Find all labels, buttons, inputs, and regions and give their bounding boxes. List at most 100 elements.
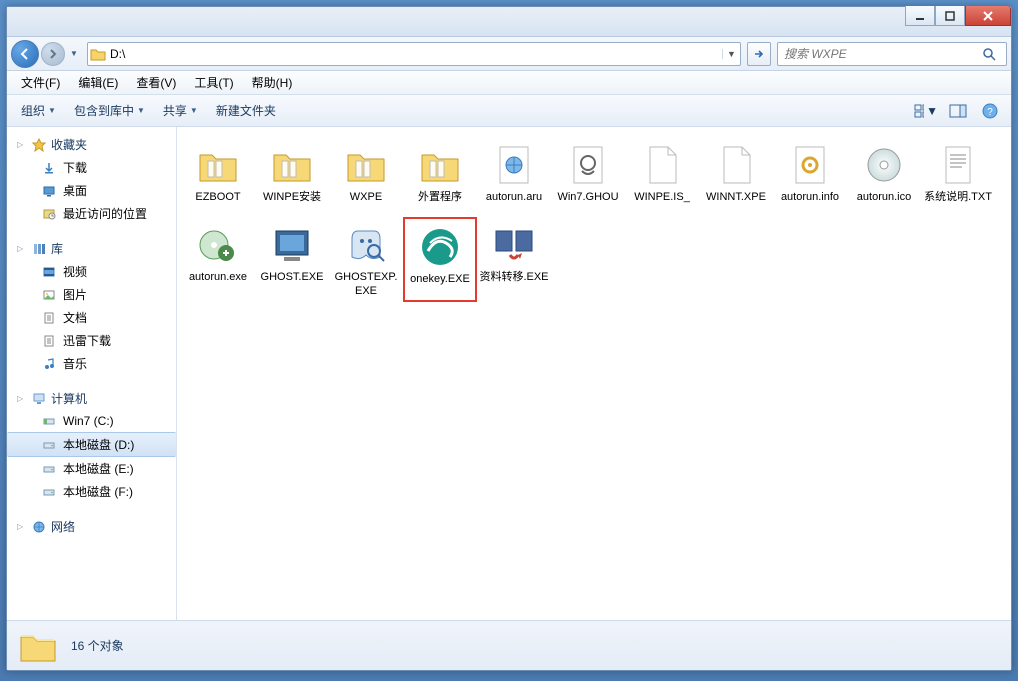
file-name: EZBOOT: [195, 191, 240, 205]
menu-edit[interactable]: 编辑(E): [70, 72, 126, 93]
search-box[interactable]: [777, 42, 1007, 66]
share-button[interactable]: 共享▼: [157, 99, 204, 122]
desktop-icon: [41, 183, 57, 199]
recent-icon: [41, 206, 57, 222]
menu-view[interactable]: 查看(V): [128, 72, 184, 93]
file-icon: [194, 221, 242, 269]
file-icon: [564, 141, 612, 189]
file-icon: [638, 141, 686, 189]
file-item[interactable]: GHOSTEXP.EXE: [329, 217, 403, 303]
sidebar-item-label: 视频: [63, 263, 87, 280]
preview-pane-button[interactable]: [945, 100, 971, 122]
search-icon[interactable]: [982, 47, 1006, 61]
network-icon: [31, 519, 47, 535]
file-name: GHOSTEXP.EXE: [331, 271, 401, 299]
toolbar: 组织▼ 包含到库中▼ 共享▼ 新建文件夹 ▼ ?: [7, 95, 1011, 127]
favorites-header[interactable]: ▷ 收藏夹: [7, 133, 176, 156]
computer-header[interactable]: ▷ 计算机: [7, 387, 176, 410]
sidebar-item[interactable]: 文档: [7, 306, 176, 329]
view-options-button[interactable]: ▼: [913, 100, 939, 122]
sidebar-item[interactable]: 本地磁盘 (D:): [7, 432, 176, 457]
nav-history-dropdown[interactable]: ▼: [67, 40, 81, 68]
go-button[interactable]: [747, 42, 771, 66]
minimize-button[interactable]: [905, 6, 935, 26]
menu-help[interactable]: 帮助(H): [244, 72, 301, 93]
organize-button[interactable]: 组织▼: [15, 99, 62, 122]
music-icon: [41, 356, 57, 372]
file-item[interactable]: autorun.exe: [181, 217, 255, 303]
back-button[interactable]: [11, 40, 39, 68]
file-item[interactable]: EZBOOT: [181, 137, 255, 209]
doc-icon: [41, 310, 57, 326]
file-name: WINNT.XPE: [706, 191, 766, 205]
maximize-button[interactable]: [935, 6, 965, 26]
computer-icon: [31, 391, 47, 407]
file-item[interactable]: 资料转移.EXE: [477, 217, 551, 303]
star-icon: [31, 137, 47, 153]
navigation-bar: ▼ ▼: [7, 37, 1011, 71]
new-folder-button[interactable]: 新建文件夹: [210, 99, 282, 122]
sidebar-item[interactable]: 音乐: [7, 352, 176, 375]
drive-icon: [41, 461, 57, 477]
navigation-pane[interactable]: ▷ 收藏夹 下载桌面最近访问的位置 ▷ 库 视频图片文档迅雷下载音乐 ▷: [7, 127, 177, 620]
sidebar-item-label: 下载: [63, 159, 87, 176]
file-item[interactable]: 外置程序: [403, 137, 477, 209]
window-controls: [905, 6, 1011, 26]
close-button[interactable]: [965, 6, 1011, 26]
file-icon: [194, 141, 242, 189]
file-icon: [934, 141, 982, 189]
file-name: GHOST.EXE: [261, 271, 324, 285]
file-name: WINPE安装: [263, 191, 321, 205]
file-item[interactable]: 系统说明.TXT: [921, 137, 995, 209]
picture-icon: [41, 287, 57, 303]
file-item[interactable]: GHOST.EXE: [255, 217, 329, 303]
menu-tools[interactable]: 工具(T): [186, 72, 241, 93]
file-item[interactable]: autorun.info: [773, 137, 847, 209]
sidebar-item-label: 最近访问的位置: [63, 205, 147, 222]
sidebar-item[interactable]: 图片: [7, 283, 176, 306]
file-icon: [416, 141, 464, 189]
sidebar-item[interactable]: 桌面: [7, 179, 176, 202]
sidebar-item[interactable]: 最近访问的位置: [7, 202, 176, 225]
forward-button[interactable]: [41, 42, 65, 66]
file-item[interactable]: WINNT.XPE: [699, 137, 773, 209]
sidebar-item-label: 文档: [63, 309, 87, 326]
sidebar-item[interactable]: 下载: [7, 156, 176, 179]
search-input[interactable]: [778, 47, 982, 61]
file-item[interactable]: WINPE.IS_: [625, 137, 699, 209]
menu-file[interactable]: 文件(F): [13, 72, 68, 93]
file-item[interactable]: WINPE安装: [255, 137, 329, 209]
file-name: autorun.info: [781, 191, 839, 205]
menu-bar: 文件(F) 编辑(E) 查看(V) 工具(T) 帮助(H): [7, 71, 1011, 95]
sidebar-item-label: 迅雷下载: [63, 332, 111, 349]
file-item[interactable]: Win7.GHOU: [551, 137, 625, 209]
folder-icon: [88, 47, 108, 61]
file-name: autorun.ico: [857, 191, 911, 205]
include-library-button[interactable]: 包含到库中▼: [68, 99, 151, 122]
file-icon: [268, 141, 316, 189]
file-name: WINPE.IS_: [634, 191, 690, 205]
file-item[interactable]: autorun.ico: [847, 137, 921, 209]
sidebar-item[interactable]: 本地磁盘 (E:): [7, 457, 176, 480]
svg-text:?: ?: [987, 107, 993, 118]
file-name: autorun.exe: [189, 271, 247, 285]
file-item[interactable]: onekey.EXE: [403, 217, 477, 303]
sidebar-item[interactable]: 视频: [7, 260, 176, 283]
file-list[interactable]: EZBOOT WINPE安装 WXPE外置程序autorun.aruWin7.GHO…: [177, 127, 1011, 620]
help-button[interactable]: ?: [977, 100, 1003, 122]
libraries-header[interactable]: ▷ 库: [7, 237, 176, 260]
sidebar-item-label: Win7 (C:): [63, 414, 114, 428]
file-item[interactable]: autorun.aru: [477, 137, 551, 209]
network-header[interactable]: ▷ 网络: [7, 515, 176, 538]
sidebar-item[interactable]: 本地磁盘 (F:): [7, 480, 176, 503]
address-bar[interactable]: ▼: [87, 42, 741, 66]
file-icon: [786, 141, 834, 189]
address-dropdown[interactable]: ▼: [722, 49, 740, 59]
sidebar-item[interactable]: 迅雷下载: [7, 329, 176, 352]
sidebar-item-label: 音乐: [63, 355, 87, 372]
address-input[interactable]: [108, 47, 722, 61]
status-count: 16 个对象: [71, 637, 124, 654]
file-item[interactable]: WXPE: [329, 137, 403, 209]
sidebar-item[interactable]: Win7 (C:): [7, 410, 176, 432]
video-icon: [41, 264, 57, 280]
